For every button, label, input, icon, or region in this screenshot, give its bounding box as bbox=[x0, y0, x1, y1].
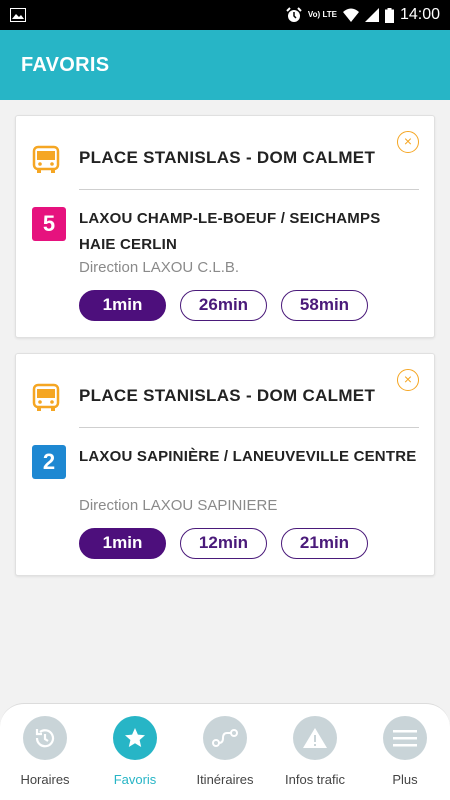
stop-row: PLACE STANISLAS - DOM CALMET × bbox=[16, 354, 434, 429]
nav-label: Favoris bbox=[113, 772, 157, 787]
divider bbox=[79, 427, 419, 428]
line-name: LAXOU CHAMP-LE-BOEUF / SEICHAMPS HAIE CE… bbox=[79, 210, 381, 253]
app-header: FAVORIS bbox=[0, 30, 450, 100]
page-title: FAVORIS bbox=[21, 53, 110, 76]
stop-name: PLACE STANISLAS - DOM CALMET bbox=[79, 386, 376, 405]
nav-label: Infos trafic bbox=[285, 772, 345, 787]
status-bar: Vo) LTE 14:00 bbox=[0, 0, 450, 30]
departure-time-pill: 26min bbox=[180, 290, 267, 321]
nav-item-horaires[interactable]: Horaires bbox=[0, 716, 90, 787]
departure-time-pill: 58min bbox=[281, 290, 368, 321]
star-icon bbox=[113, 716, 157, 760]
warning-icon bbox=[293, 716, 337, 760]
nav-label: Plus bbox=[392, 772, 418, 787]
departure-time-pill: 12min bbox=[180, 528, 267, 559]
menu-icon bbox=[383, 716, 427, 760]
close-icon: × bbox=[403, 371, 413, 387]
departure-times: 1min 26min 58min bbox=[79, 290, 368, 321]
nav-item-itineraires[interactable]: Itinéraires bbox=[180, 716, 270, 787]
stop-row: PLACE STANISLAS - DOM CALMET × bbox=[16, 116, 434, 191]
nav-item-infos-trafic[interactable]: Infos trafic bbox=[270, 716, 360, 787]
departure-time-pill: 1min bbox=[79, 528, 166, 559]
bus-icon bbox=[32, 145, 60, 173]
departure-time-pill: 21min bbox=[281, 528, 368, 559]
divider bbox=[79, 189, 419, 190]
line-number-badge: 5 bbox=[32, 207, 66, 241]
clock-history-icon bbox=[23, 716, 67, 760]
favorite-card[interactable]: PLACE STANISLAS - DOM CALMET × 2 LAXOU S… bbox=[15, 353, 435, 576]
nav-item-favoris[interactable]: Favoris bbox=[90, 716, 180, 787]
battery-icon bbox=[384, 7, 394, 23]
signal-icon bbox=[364, 8, 379, 22]
departure-time-pill: 1min bbox=[79, 290, 166, 321]
departure-times: 1min 12min 21min bbox=[79, 528, 368, 559]
line-number-badge: 2 bbox=[32, 445, 66, 479]
direction-text: Direction LAXOU SAPINIERE bbox=[79, 497, 278, 514]
alarm-icon bbox=[286, 7, 302, 22]
gallery-icon bbox=[10, 8, 26, 22]
nav-item-plus[interactable]: Plus bbox=[360, 716, 450, 787]
nav-label: Horaires bbox=[20, 772, 70, 787]
wifi-icon bbox=[342, 8, 359, 22]
direction-text: Direction LAXOU C.L.B. bbox=[79, 259, 240, 276]
close-icon: × bbox=[403, 133, 413, 149]
nav-label: Itinéraires bbox=[196, 772, 254, 787]
bottom-nav: Horaires Favoris Itinéraires Infos trafi… bbox=[0, 703, 450, 800]
stop-name: PLACE STANISLAS - DOM CALMET bbox=[79, 148, 376, 167]
bus-icon bbox=[32, 383, 60, 411]
remove-favorite-button[interactable]: × bbox=[397, 369, 419, 391]
route-icon bbox=[203, 716, 247, 760]
volte-icon: Vo) LTE bbox=[307, 10, 337, 19]
remove-favorite-button[interactable]: × bbox=[397, 131, 419, 153]
line-name: LAXOU SAPINIÈRE / LANEUVEVILLE CENTRE bbox=[79, 448, 417, 465]
status-time: 14:00 bbox=[399, 6, 440, 23]
favorite-card[interactable]: PLACE STANISLAS - DOM CALMET × 5 LAXOU C… bbox=[15, 115, 435, 338]
